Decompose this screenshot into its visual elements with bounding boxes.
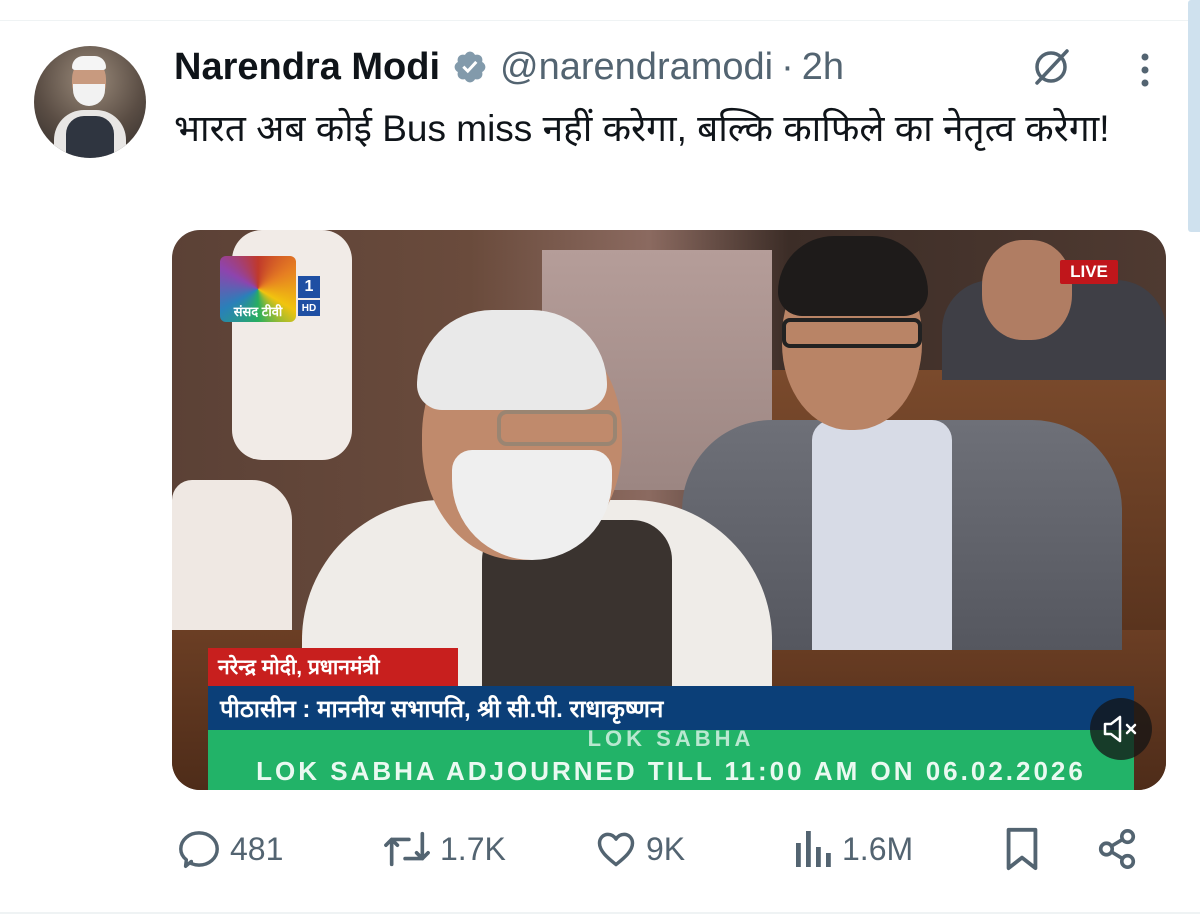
- bookmark-icon: [1002, 826, 1042, 872]
- repost-button[interactable]: 1.7K: [382, 822, 506, 876]
- reply-count: 481: [230, 830, 284, 867]
- grok-icon[interactable]: [1026, 44, 1076, 90]
- views-count: 1.6M: [842, 830, 914, 867]
- reply-icon: [176, 826, 222, 872]
- video-player[interactable]: संसद टीवी 1 HD LIVE नरेन्द्र मोदी, प्रधा…: [172, 230, 1166, 790]
- views-icon: [794, 827, 834, 871]
- heart-icon: [594, 827, 638, 871]
- bookmark-button[interactable]: [1002, 822, 1042, 876]
- channel-hd: HD: [298, 300, 320, 316]
- reply-button[interactable]: 481: [176, 822, 283, 876]
- news-ticker: LOK SABHA LOK SABHA ADJOURNED TILL 11:00…: [208, 726, 1134, 790]
- tweet-text: भारत अब कोई Bus miss नहीं करेगा, बल्कि क…: [174, 108, 1110, 149]
- tweet-header: Narendra Modi @narendramodi · 2h: [174, 44, 844, 90]
- bottom-divider: [0, 912, 1200, 914]
- repost-icon: [382, 826, 432, 872]
- scrollbar-thumb[interactable]: [1188, 0, 1200, 232]
- more-options-icon[interactable]: [1126, 48, 1164, 92]
- channel-logo-text: संसद टीवी: [233, 304, 283, 319]
- chair-caption: पीठासीन : माननीय सभापति, श्री सी.पी. राध…: [208, 686, 1134, 730]
- views-button[interactable]: 1.6M: [794, 822, 913, 876]
- author-name[interactable]: Narendra Modi: [174, 46, 440, 89]
- verified-badge-icon[interactable]: [452, 49, 488, 85]
- channel-logo: संसद टीवी 1 HD: [220, 256, 322, 324]
- avatar[interactable]: [34, 46, 146, 158]
- separator-dot: ·: [781, 45, 794, 88]
- top-divider: [0, 20, 1200, 21]
- timestamp[interactable]: 2h: [802, 46, 844, 89]
- channel-number: 1: [298, 276, 320, 298]
- author-handle[interactable]: @narendramodi: [500, 46, 773, 89]
- ticker-main-text: LOK SABHA ADJOURNED TILL 11:00 AM ON 06.…: [256, 756, 1086, 786]
- ticker-top-text: LOK SABHA: [587, 726, 755, 751]
- share-button[interactable]: [1094, 822, 1140, 876]
- tweet-actions: 481 1.7K 9K 1.6M: [0, 822, 1200, 876]
- share-icon: [1094, 826, 1140, 872]
- repost-count: 1.7K: [440, 830, 506, 867]
- speaker-caption: नरेन्द्र मोदी, प्रधानमंत्री: [208, 648, 458, 686]
- live-badge: LIVE: [1060, 260, 1118, 284]
- speaker-muted-icon[interactable]: [1090, 698, 1152, 760]
- like-button[interactable]: 9K: [594, 822, 685, 876]
- like-count: 9K: [646, 830, 686, 867]
